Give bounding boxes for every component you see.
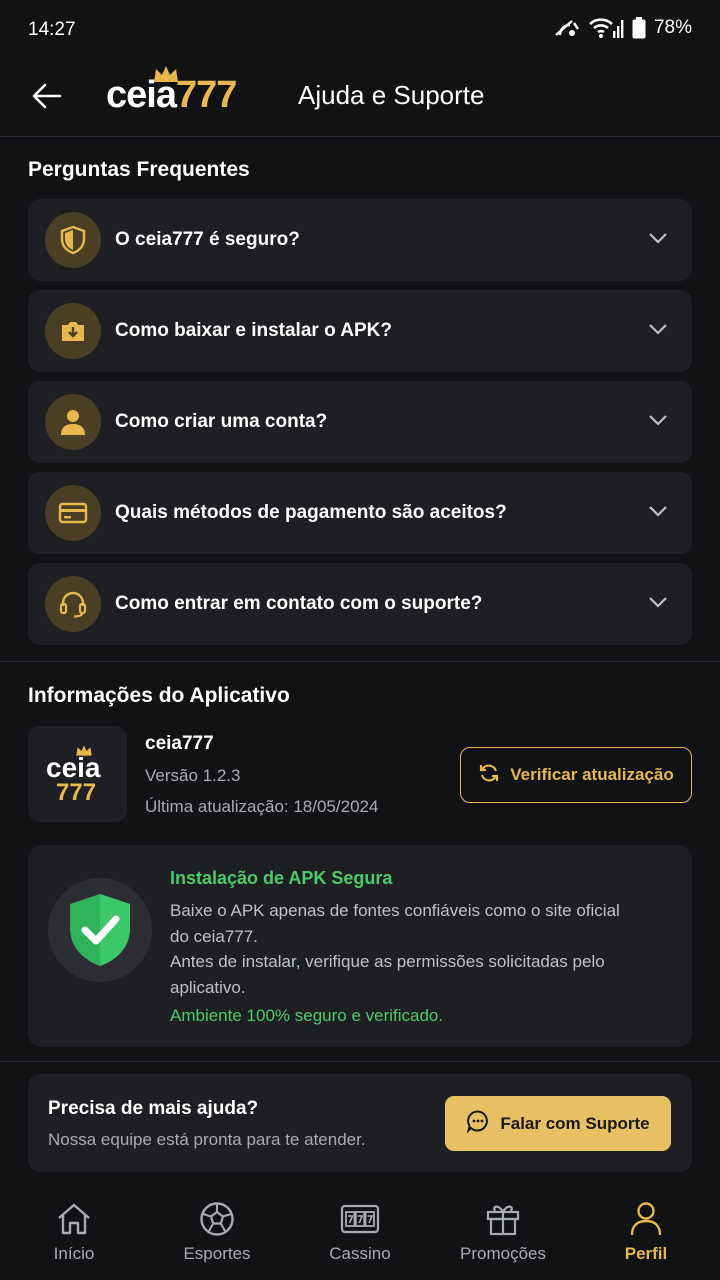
shield-check-icon bbox=[48, 878, 152, 982]
nav-item-perfil[interactable]: Perfil bbox=[576, 1190, 716, 1280]
help-card: Precisa de mais ajuda? Nossa equipe está… bbox=[28, 1074, 692, 1172]
profile-icon bbox=[629, 1200, 663, 1238]
shield-icon bbox=[45, 212, 101, 268]
nav-label: Início bbox=[53, 1244, 95, 1263]
status-time: 14:27 bbox=[28, 19, 76, 40]
chevron-down-icon bbox=[648, 413, 668, 431]
refresh-icon bbox=[478, 762, 500, 789]
app-last-updated: Última atualização: 18/05/2024 bbox=[145, 797, 379, 816]
contact-support-label: Falar com Suporte bbox=[500, 1113, 650, 1133]
help-title: Precisa de mais ajuda? bbox=[48, 1098, 259, 1119]
chevron-down-icon bbox=[648, 231, 668, 249]
secure-title: Instalação de APK Segura bbox=[170, 868, 393, 888]
faq-item-download[interactable]: Como baixar e instalar o APK? bbox=[28, 290, 692, 372]
app-name: ceia777 bbox=[145, 733, 214, 754]
check-update-label: Verificar atualização bbox=[510, 765, 674, 784]
back-button[interactable] bbox=[26, 78, 68, 118]
faq-item-support[interactable]: Como entrar em contato com o suporte? bbox=[28, 563, 692, 645]
chat-bubble-icon bbox=[466, 1109, 490, 1138]
app-logo: ceia 777 bbox=[28, 726, 127, 822]
status-bar: 14:27 78% bbox=[0, 0, 720, 60]
arrow-left-icon bbox=[32, 83, 62, 114]
wifi-icon bbox=[588, 17, 624, 39]
contact-support-button[interactable]: Falar com Suporte bbox=[445, 1096, 671, 1151]
user-icon bbox=[45, 394, 101, 450]
secure-install-card: Instalação de APK Segura Baixe o APK ape… bbox=[28, 845, 692, 1047]
brand-logo: ceia777 bbox=[106, 64, 281, 124]
page-title: Ajuda e Suporte bbox=[298, 80, 485, 110]
help-subtitle: Nossa equipe está pronta para te atender… bbox=[48, 1130, 366, 1149]
faq-question: Como entrar em contato com o suporte? bbox=[115, 593, 483, 614]
check-update-button[interactable]: Verificar atualização bbox=[460, 747, 692, 803]
faq-question: Como criar uma conta? bbox=[115, 411, 328, 432]
logo-text-white: ceia bbox=[106, 74, 177, 116]
nav-item-cassino[interactable]: Cassino bbox=[290, 1190, 430, 1280]
section-divider bbox=[0, 1061, 720, 1062]
faq-question: O ceia777 é seguro? bbox=[115, 229, 300, 250]
secure-body-line: Antes de instalar, verifique as permissõ… bbox=[170, 952, 605, 997]
nav-label: Promoções bbox=[460, 1244, 546, 1263]
battery-percent: 78% bbox=[653, 17, 692, 38]
secure-body-line: Baixe o APK apenas de fontes confiáveis … bbox=[170, 901, 620, 946]
nav-label: Esportes bbox=[183, 1244, 251, 1263]
secure-body: Baixe o APK apenas de fontes confiáveis … bbox=[170, 898, 640, 1000]
chevron-down-icon bbox=[648, 595, 668, 613]
app-header: ceia777 Ajuda e Suporte bbox=[0, 60, 720, 137]
headset-icon bbox=[45, 576, 101, 632]
gift-icon bbox=[485, 1200, 521, 1238]
battery-icon bbox=[632, 17, 646, 39]
status-icons: 78% bbox=[554, 17, 692, 39]
logo-text-gold: 777 bbox=[175, 74, 237, 116]
faq-question: Como baixar e instalar o APK? bbox=[115, 320, 392, 341]
faq-question: Quais métodos de pagamento são aceitos? bbox=[115, 502, 507, 523]
nav-label: Cassino bbox=[329, 1244, 391, 1263]
chevron-down-icon bbox=[648, 504, 668, 522]
chevron-down-icon bbox=[648, 322, 668, 340]
faq-item-payment[interactable]: Quais métodos de pagamento são aceitos? bbox=[28, 472, 692, 554]
app-info-section-title: Informações do Aplicativo bbox=[28, 684, 290, 707]
section-divider bbox=[0, 661, 720, 662]
signal-slash-icon bbox=[554, 17, 580, 39]
card-icon bbox=[45, 485, 101, 541]
nav-item-promocoes[interactable]: Promoções bbox=[433, 1190, 573, 1280]
faq-item-account[interactable]: Como criar uma conta? bbox=[28, 381, 692, 463]
soccer-ball-icon bbox=[199, 1200, 235, 1238]
bottom-navigation: Início Esportes Cassino Promoções Perfil bbox=[0, 1190, 720, 1280]
faq-item-security[interactable]: O ceia777 é seguro? bbox=[28, 199, 692, 281]
secure-footer: Ambiente 100% seguro e verificado. bbox=[170, 1006, 444, 1025]
app-logo-text-gold: 777 bbox=[56, 779, 97, 806]
nav-item-inicio[interactable]: Início bbox=[4, 1190, 144, 1280]
app-version: Versão 1.2.3 bbox=[145, 766, 241, 785]
slot-machine-icon bbox=[340, 1200, 380, 1238]
nav-item-esportes[interactable]: Esportes bbox=[147, 1190, 287, 1280]
home-icon bbox=[56, 1200, 92, 1238]
faq-section-title: Perguntas Frequentes bbox=[28, 158, 250, 181]
nav-label: Perfil bbox=[624, 1244, 668, 1263]
download-icon bbox=[45, 303, 101, 359]
